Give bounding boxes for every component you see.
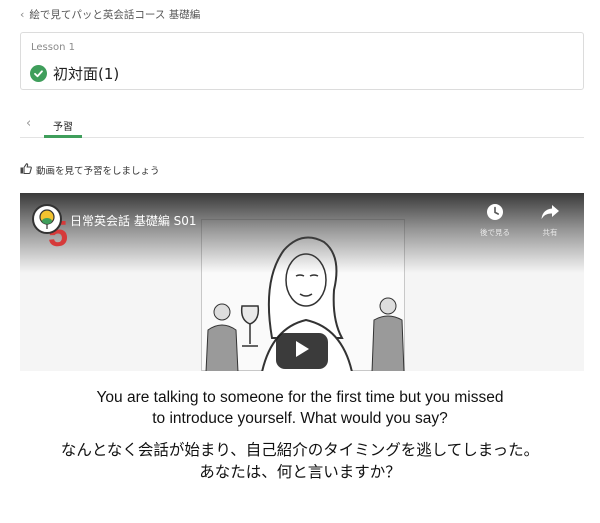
play-icon bbox=[294, 340, 310, 362]
tab-preview[interactable]: 予習 bbox=[44, 118, 82, 138]
instruction: 動画を見て予習をしましょう bbox=[20, 163, 160, 177]
chevron-left-icon[interactable]: ‹ bbox=[26, 116, 31, 131]
question-english: You are talking to someone for the first… bbox=[96, 389, 504, 427]
lesson-title-row: 初対面(1) bbox=[30, 63, 119, 84]
tab-bar: ‹ 予習 bbox=[20, 114, 584, 138]
breadcrumb-course-link[interactable]: 絵で見てパッと英会話コース 基礎編 bbox=[29, 7, 200, 22]
chevron-left-icon: ‹ bbox=[20, 8, 25, 21]
play-button[interactable] bbox=[276, 333, 328, 369]
check-circle-icon bbox=[30, 65, 47, 82]
watch-later-button[interactable]: 後で見る bbox=[480, 203, 510, 238]
question-japanese: なんとなく会話が始まり、自己紹介のタイミングを逃してしまった。 あなたは、何と言… bbox=[60, 441, 540, 481]
share-button[interactable]: 共有 bbox=[540, 203, 560, 238]
clock-icon bbox=[486, 203, 504, 225]
instruction-text: 動画を見て予習をしましょう bbox=[36, 166, 160, 177]
channel-logo[interactable] bbox=[32, 204, 62, 234]
video-title[interactable]: 日常英会話 基礎編 S01 bbox=[70, 212, 197, 229]
video-player[interactable]: 5 日常英会話 基礎編 S01 後で見る 共有 bbox=[20, 193, 584, 371]
thumbs-up-icon bbox=[20, 163, 32, 177]
share-icon bbox=[540, 203, 560, 225]
lesson-number-label: Lesson 1 bbox=[31, 42, 75, 53]
share-label: 共有 bbox=[542, 228, 558, 237]
lesson-card: Lesson 1 初対面(1) bbox=[20, 32, 584, 90]
lesson-title: 初対面(1) bbox=[53, 65, 120, 83]
breadcrumb[interactable]: ‹ 絵で見てパッと英会話コース 基礎編 bbox=[20, 7, 200, 22]
watch-later-label: 後で見る bbox=[480, 228, 510, 237]
